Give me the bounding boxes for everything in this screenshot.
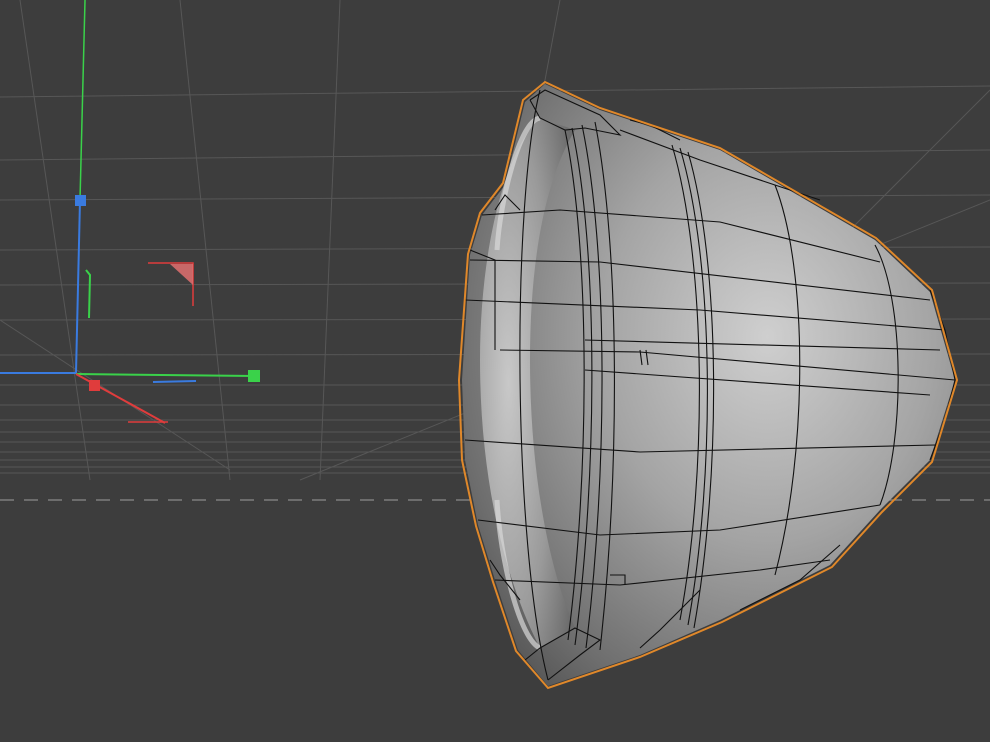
xy-plane-handle[interactable] [85,269,92,319]
x-handle[interactable] [89,380,100,391]
y-handle[interactable] [248,370,260,382]
viewport-canvas[interactable] [0,0,990,742]
yz-plane-handle[interactable] [152,380,197,383]
y-axis-line[interactable] [79,0,86,201]
transform-gizmo[interactable] [0,0,260,424]
selected-object[interactable] [457,80,959,690]
y-axis-horizontal-line[interactable] [75,373,255,377]
z-handle[interactable] [75,195,86,206]
3d-viewport[interactable] [0,0,990,742]
z-axis-line[interactable] [75,199,81,374]
